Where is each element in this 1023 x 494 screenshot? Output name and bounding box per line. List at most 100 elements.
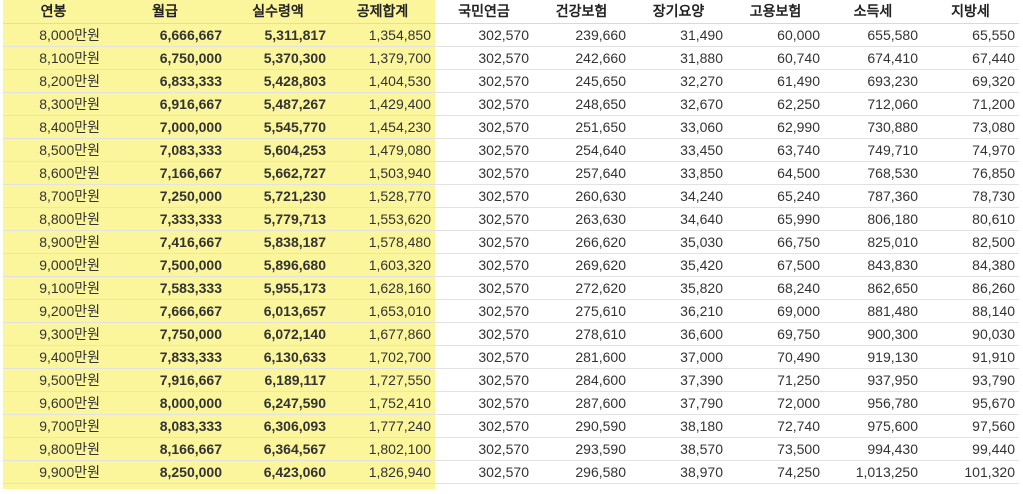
cell-long-term-care: 35,420 [630,253,727,277]
cell-net-pay: 6,364,567 [226,437,330,461]
cell-national-pension: 302,570 [435,207,533,231]
cell-national-pension: 302,570 [435,299,533,323]
cell-local-tax: 82,500 [922,230,1019,254]
cell-national-pension: 302,570 [435,138,533,162]
cell-employment-insurance: 64,500 [727,161,824,185]
cell-employment-insurance: 60,000 [727,23,824,47]
header-local-tax: 지방세 [922,0,1019,24]
cell-national-pension: 302,570 [435,345,533,369]
filler-cell [727,483,824,489]
cell-health-insurance: 275,610 [533,299,630,323]
cell-local-tax: 69,320 [922,69,1019,93]
cell-income-tax: 975,600 [824,414,922,438]
cell-total-deduction: 1,528,770 [330,184,435,208]
cell-annual-salary: 9,100만원 [3,276,104,300]
cell-annual-salary: 8,700만원 [3,184,104,208]
cell-income-tax: 994,430 [824,437,922,461]
cell-annual-salary: 9,700만원 [3,414,104,438]
cell-local-tax: 88,140 [922,299,1019,323]
cell-annual-salary: 9,000만원 [3,253,104,277]
cell-health-insurance: 284,600 [533,368,630,392]
cell-employment-insurance: 68,240 [727,276,824,300]
cell-employment-insurance: 66,750 [727,230,824,254]
cell-total-deduction: 1,429,400 [330,92,435,116]
table-row: 8,900만원 7,416,667 5,838,187 1,578,480 302,57… [3,230,1019,254]
table-row: 9,800만원 8,166,667 6,364,567 1,802,100 302,57… [3,437,1019,461]
cell-health-insurance: 290,590 [533,414,630,438]
cell-national-pension: 302,570 [435,368,533,392]
cell-national-pension: 302,570 [435,92,533,116]
cell-national-pension: 302,570 [435,230,533,254]
cell-employment-insurance: 73,500 [727,437,824,461]
header-total-deduction: 공제합계 [330,0,435,24]
cell-net-pay: 6,306,093 [226,414,330,438]
cell-national-pension: 302,570 [435,161,533,185]
cell-local-tax: 65,550 [922,23,1019,47]
cell-local-tax: 90,030 [922,322,1019,346]
cell-total-deduction: 1,777,240 [330,414,435,438]
cell-national-pension: 302,570 [435,184,533,208]
cell-income-tax: 881,480 [824,299,922,323]
cell-net-pay: 5,428,803 [226,69,330,93]
cell-national-pension: 302,570 [435,414,533,438]
cell-net-pay: 5,955,173 [226,276,330,300]
cell-long-term-care: 36,600 [630,322,727,346]
cell-monthly-salary: 6,833,333 [104,69,226,93]
cell-long-term-care: 38,970 [630,460,727,484]
cell-long-term-care: 31,490 [630,23,727,47]
cell-employment-insurance: 72,740 [727,414,824,438]
cell-total-deduction: 1,354,850 [330,23,435,47]
cell-local-tax: 71,200 [922,92,1019,116]
cell-local-tax: 84,380 [922,253,1019,277]
cell-total-deduction: 1,727,550 [330,368,435,392]
cell-income-tax: 712,060 [824,92,922,116]
table-row: 8,400만원 7,000,000 5,545,770 1,454,230 302,57… [3,115,1019,139]
cell-net-pay: 5,838,187 [226,230,330,254]
cell-long-term-care: 37,000 [630,345,727,369]
cell-long-term-care: 38,570 [630,437,727,461]
cell-income-tax: 806,180 [824,207,922,231]
cell-annual-salary: 9,800만원 [3,437,104,461]
cell-monthly-salary: 6,666,667 [104,23,226,47]
cell-annual-salary: 8,800만원 [3,207,104,231]
table-row-filler [3,483,1019,489]
table-row: 9,400만원 7,833,333 6,130,633 1,702,700 302,57… [3,345,1019,369]
header-employment-insurance: 고용보험 [727,0,824,24]
cell-income-tax: 674,410 [824,46,922,70]
cell-health-insurance: 272,620 [533,276,630,300]
cell-annual-salary: 8,900만원 [3,230,104,254]
filler-cell [330,483,435,489]
table-row: 8,800만원 7,333,333 5,779,713 1,553,620 302,57… [3,207,1019,231]
cell-monthly-salary: 7,583,333 [104,276,226,300]
cell-annual-salary: 9,500만원 [3,368,104,392]
cell-local-tax: 91,910 [922,345,1019,369]
cell-income-tax: 825,010 [824,230,922,254]
table-row: 8,100만원 6,750,000 5,370,300 1,379,700 302,57… [3,46,1019,70]
cell-health-insurance: 281,600 [533,345,630,369]
cell-total-deduction: 1,628,160 [330,276,435,300]
cell-income-tax: 730,880 [824,115,922,139]
cell-net-pay: 5,604,253 [226,138,330,162]
cell-income-tax: 843,830 [824,253,922,277]
cell-total-deduction: 1,677,860 [330,322,435,346]
cell-income-tax: 900,300 [824,322,922,346]
cell-monthly-salary: 7,416,667 [104,230,226,254]
filler-cell [435,483,533,489]
cell-monthly-salary: 7,083,333 [104,138,226,162]
cell-income-tax: 693,230 [824,69,922,93]
cell-health-insurance: 257,640 [533,161,630,185]
cell-national-pension: 302,570 [435,391,533,415]
table-row: 9,200만원 7,666,667 6,013,657 1,653,010 302,57… [3,299,1019,323]
filler-cell [104,483,226,489]
cell-local-tax: 101,320 [922,460,1019,484]
cell-monthly-salary: 6,750,000 [104,46,226,70]
cell-employment-insurance: 72,000 [727,391,824,415]
cell-monthly-salary: 7,916,667 [104,368,226,392]
cell-total-deduction: 1,379,700 [330,46,435,70]
cell-health-insurance: 296,580 [533,460,630,484]
cell-annual-salary: 8,100만원 [3,46,104,70]
cell-local-tax: 86,260 [922,276,1019,300]
table-row: 8,200만원 6,833,333 5,428,803 1,404,530 302,57… [3,69,1019,93]
cell-health-insurance: 260,630 [533,184,630,208]
filler-cell [3,483,104,489]
